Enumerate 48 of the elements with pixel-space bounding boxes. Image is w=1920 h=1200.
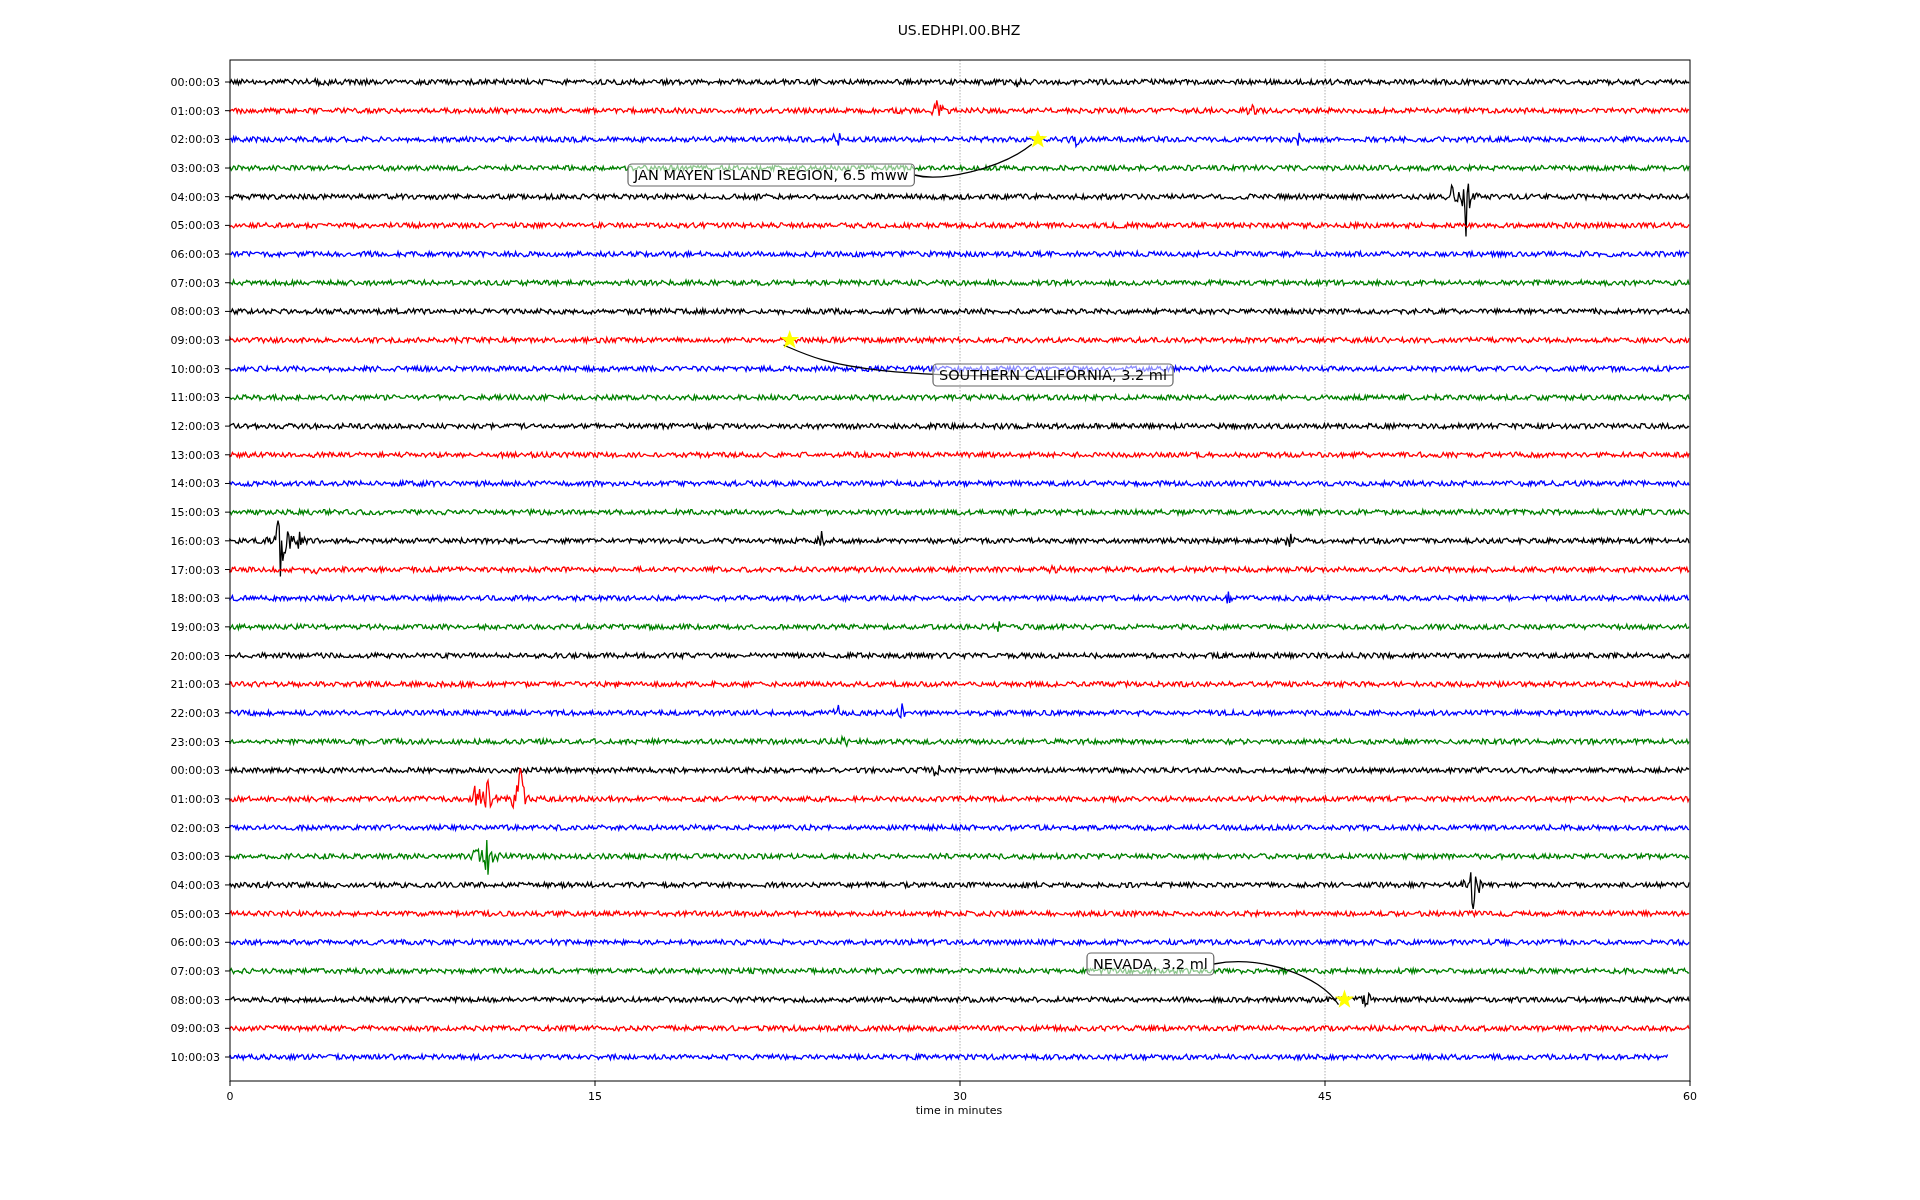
tick-label: 60 (1683, 1090, 1697, 1103)
chart-title: US.EDHPI.00.BHZ (897, 22, 1021, 38)
tick-label: 06:00:03 (170, 248, 220, 262)
tick-label: 11:00:03 (170, 391, 220, 405)
tick-label: 17:00:03 (170, 563, 220, 577)
tick-label: 07:00:03 (170, 276, 220, 290)
tick-label: 00:00:03 (170, 76, 220, 89)
tick-label: 15 (588, 1090, 602, 1103)
tick-label: 30 (953, 1090, 967, 1103)
tick-label: 15:00:03 (170, 506, 220, 520)
tick-label: 0 (226, 1090, 234, 1103)
tick-label: 23:00:03 (170, 735, 220, 749)
event-label: NEVADA, 3.2 ml (1086, 952, 1215, 976)
tick-label: 13:00:03 (170, 448, 220, 462)
tick-label: 22:00:03 (170, 706, 220, 720)
tick-label: 05:00:03 (170, 907, 220, 921)
tick-label: 02:00:03 (170, 821, 220, 835)
tick-label: 06:00:03 (170, 936, 220, 950)
tick-label: 12:00:03 (170, 420, 220, 434)
event-label: SOUTHERN CALIFORNIA, 3.2 ml (932, 363, 1174, 387)
tick-label: 16:00:03 (170, 534, 220, 548)
tick-label: 04:00:03 (170, 878, 220, 892)
tick-label: 10:00:03 (170, 362, 220, 376)
tick-label: 02:00:03 (170, 133, 220, 147)
tick-label: 03:00:03 (170, 162, 220, 176)
tick-label: 19:00:03 (170, 620, 220, 634)
tick-label: 21:00:03 (170, 678, 220, 692)
tick-label: 03:00:03 (170, 850, 220, 864)
event-star-marker (1028, 129, 1048, 148)
event-star-marker (1335, 989, 1354, 1008)
tick-label: 08:00:03 (170, 305, 220, 319)
tick-label: 10:00:03 (170, 1051, 220, 1064)
tick-label: 18:00:03 (170, 592, 220, 606)
tick-label: 01:00:03 (170, 792, 220, 806)
tick-label: 08:00:03 (170, 993, 220, 1007)
tick-label: 05:00:03 (170, 219, 220, 233)
event-label: JAN MAYEN ISLAND REGION, 6.5 mww (627, 163, 915, 187)
tick-label: 09:00:03 (170, 1022, 220, 1036)
tick-label: 20:00:03 (170, 649, 220, 663)
tick-label: 00:00:03 (170, 764, 220, 778)
tick-label: 45 (1318, 1090, 1332, 1103)
tick-label: 07:00:03 (170, 964, 220, 978)
axis-label: time in minutes (915, 1104, 1003, 1117)
tick-label: 09:00:03 (170, 334, 220, 348)
tick-label: 01:00:03 (170, 104, 220, 118)
event-star-marker (780, 330, 800, 349)
tick-label: 04:00:03 (170, 190, 220, 204)
tick-label: 14:00:03 (170, 477, 220, 491)
